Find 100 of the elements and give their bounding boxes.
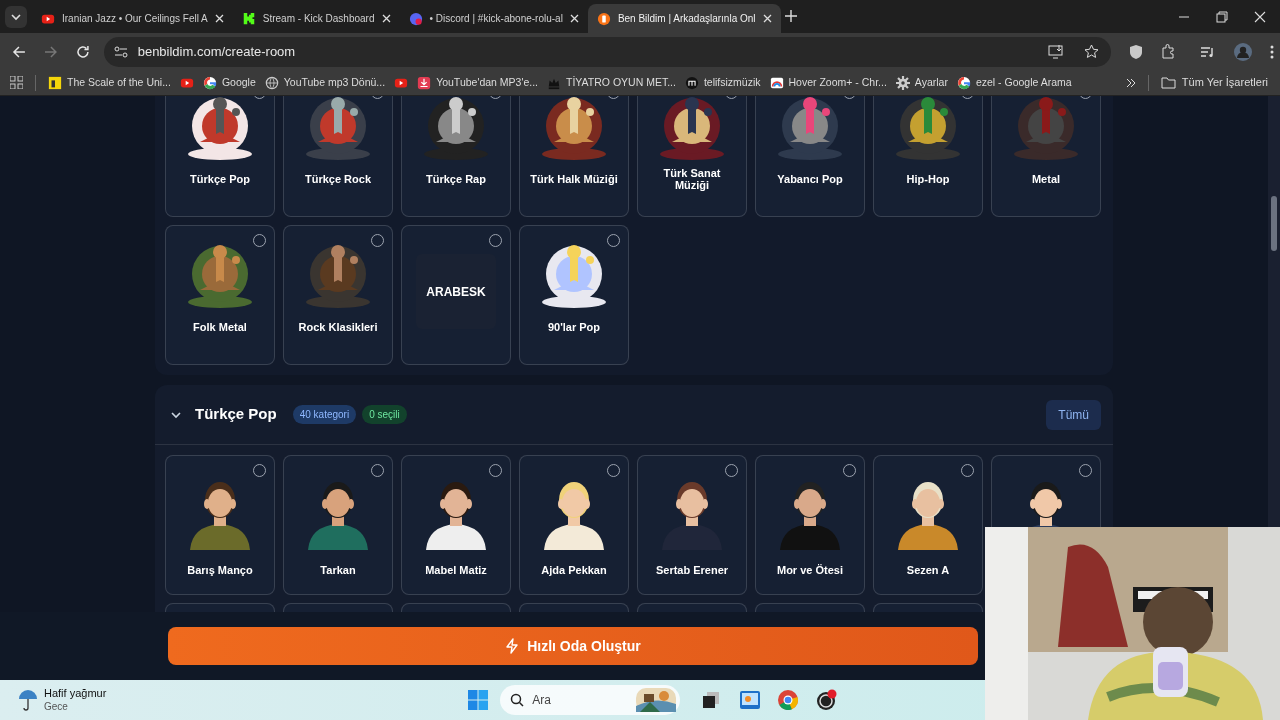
chevron-icon[interactable] xyxy=(171,409,181,420)
tab-title: • Discord | #kick-abone-rolu-al xyxy=(429,12,563,26)
genre-label: Yabancı Pop xyxy=(777,173,843,185)
g-logo-icon xyxy=(202,75,217,90)
genre-label: Hip-Hop xyxy=(906,173,950,185)
genre-label: Türkçe Pop xyxy=(190,173,250,185)
k-logo-icon xyxy=(241,11,256,26)
note-icon xyxy=(48,75,62,90)
bookmark[interactable]: TİYATRO OYUN MET... xyxy=(547,74,676,91)
artist-card[interactable]: Sertab Erener xyxy=(637,455,747,595)
genre-card[interactable]: Folk Metal xyxy=(165,225,275,365)
close-tab-icon[interactable] xyxy=(762,14,772,23)
artist-name: Mabel Matiz xyxy=(425,563,487,578)
g-logo-icon xyxy=(956,75,971,90)
install-app-icon[interactable] xyxy=(1048,44,1064,59)
site-settings-icon xyxy=(113,45,128,58)
close-tab-icon[interactable] xyxy=(381,14,391,23)
genre-label: 90'lar Pop xyxy=(547,321,601,333)
url-text: benbildim.com/create-room xyxy=(137,42,296,61)
close-icon[interactable] xyxy=(1254,10,1266,23)
artist-name: Ajda Pekkan xyxy=(541,563,607,578)
bookmark[interactable]: The Scale of the Uni... xyxy=(48,74,171,91)
umbrella-icon xyxy=(18,689,38,711)
profile-avatar-icon[interactable] xyxy=(1234,42,1252,61)
tab-title: Ben Bildim | Arkadaşlarınla Onl xyxy=(617,12,756,26)
browser-icon[interactable] xyxy=(778,690,799,710)
genre-card[interactable]: Türk Halk Müziği xyxy=(519,96,629,217)
genre-card[interactable]: Hip-Hop xyxy=(873,96,983,217)
section-title: Türkçe Pop xyxy=(195,404,277,425)
selected-count-badge: 0 seçili xyxy=(362,405,407,424)
close-tab-icon[interactable] xyxy=(569,14,579,23)
genre-card[interactable]: Metal xyxy=(991,96,1101,217)
app-icon[interactable] xyxy=(740,691,761,709)
genre-label: Türkçe Rock xyxy=(305,173,371,185)
browser-tab[interactable]: Ben Bildim | Arkadaşlarınla Onl xyxy=(587,4,781,33)
select-all-button[interactable]: Tümü xyxy=(1046,399,1101,430)
genre-card[interactable]: ARABESK xyxy=(401,225,511,365)
bookmark[interactable]: YouTube'dan MP3'e... xyxy=(417,74,539,91)
genre-card[interactable]: 90'lar Pop xyxy=(519,225,629,365)
artist-card[interactable]: Barış Manço xyxy=(165,455,275,595)
start-icon[interactable] xyxy=(468,690,489,710)
bookmark[interactable]: YouTube mp3 Dönü... xyxy=(264,74,386,91)
bookmark-star-icon[interactable] xyxy=(1084,44,1099,59)
more-bookmarks-icon[interactable] xyxy=(1125,77,1136,88)
gear-icon xyxy=(895,75,910,90)
artist-name: Mor ve Ötesi xyxy=(777,563,843,578)
rainbow-icon xyxy=(769,75,784,90)
tab-title: Stream - Kick Dashboard xyxy=(262,12,375,26)
artist-name: Tarkan xyxy=(320,563,356,578)
weather-subtext: Gece xyxy=(44,700,69,713)
tab-list-icon[interactable] xyxy=(5,5,27,28)
browser-tab[interactable]: • Discord | #kick-abone-rolu-al xyxy=(399,4,588,33)
tab-title: Iranian Jazz • Our Ceilings Fell A xyxy=(62,12,208,26)
genre-card[interactable]: Rock Klasikleri xyxy=(283,225,393,365)
genre-label: Rock Klasikleri xyxy=(298,321,378,333)
artist-name: Sezen A xyxy=(906,563,950,578)
restore-icon[interactable] xyxy=(1216,10,1228,23)
scrollbar[interactable] xyxy=(1268,96,1280,527)
artist-card[interactable]: Sezen A xyxy=(873,455,983,595)
artist-name: Barış Manço xyxy=(187,563,253,578)
globe-icon xyxy=(264,75,279,90)
genre-card[interactable]: Yabancı Pop xyxy=(755,96,865,217)
bookmark[interactable]: Ayarlar xyxy=(895,74,948,91)
chat-app-icon xyxy=(408,11,423,26)
new-tab-icon[interactable] xyxy=(784,10,797,22)
browser-tab[interactable]: Stream - Kick Dashboard xyxy=(232,4,400,33)
bookmark[interactable]: ezel - Google Arama xyxy=(956,74,1072,91)
site-icon xyxy=(596,11,611,26)
forward-icon[interactable] xyxy=(43,44,58,59)
lightning-icon xyxy=(505,638,520,654)
genre-label: Türk Halk Müziği xyxy=(530,173,618,185)
recorder-icon[interactable] xyxy=(816,689,839,711)
artist-card[interactable]: Mor ve Ötesi xyxy=(755,455,865,595)
bookmark[interactable]: telifsizmüzik xyxy=(684,74,761,91)
folder-icon xyxy=(1160,76,1176,89)
genre-label: Metal xyxy=(1031,173,1061,185)
media-control-icon[interactable] xyxy=(1200,45,1216,58)
back-icon[interactable] xyxy=(12,44,26,59)
all-bookmarks-button[interactable]: Tüm Yer İşaretleri xyxy=(1160,74,1268,91)
shield-icon[interactable] xyxy=(1129,43,1143,60)
apps-icon[interactable] xyxy=(10,76,23,89)
letter-icon xyxy=(684,75,699,90)
genre-card[interactable]: Türkçe Rap xyxy=(401,96,511,217)
genre-card[interactable]: Türkçe Pop xyxy=(165,96,275,217)
artist-card[interactable]: Ajda Pekkan xyxy=(519,455,629,595)
artist-card[interactable]: Tarkan xyxy=(283,455,393,595)
menu-icon[interactable] xyxy=(1270,44,1274,59)
task-view-icon[interactable] xyxy=(702,691,721,709)
artist-card[interactable]: Mabel Matiz xyxy=(401,455,511,595)
bookmark[interactable]: Google xyxy=(202,74,256,91)
close-tab-icon[interactable] xyxy=(214,14,224,23)
genre-card[interactable]: Türkçe Rock xyxy=(283,96,393,217)
genre-card[interactable]: Türk Sanat Müziği xyxy=(637,96,747,217)
genre-label: Türkçe Rap xyxy=(426,173,486,185)
artist-name: Sertab Erener xyxy=(655,563,729,578)
bookmark[interactable]: Hover Zoom+ - Chr... xyxy=(769,74,887,91)
address-bar[interactable]: benbildim.com/create-room xyxy=(103,36,1111,67)
reload-icon[interactable] xyxy=(75,44,90,59)
browser-tab[interactable]: Iranian Jazz • Our Ceilings Fell A xyxy=(32,4,233,33)
extensions-icon[interactable] xyxy=(1161,44,1176,59)
